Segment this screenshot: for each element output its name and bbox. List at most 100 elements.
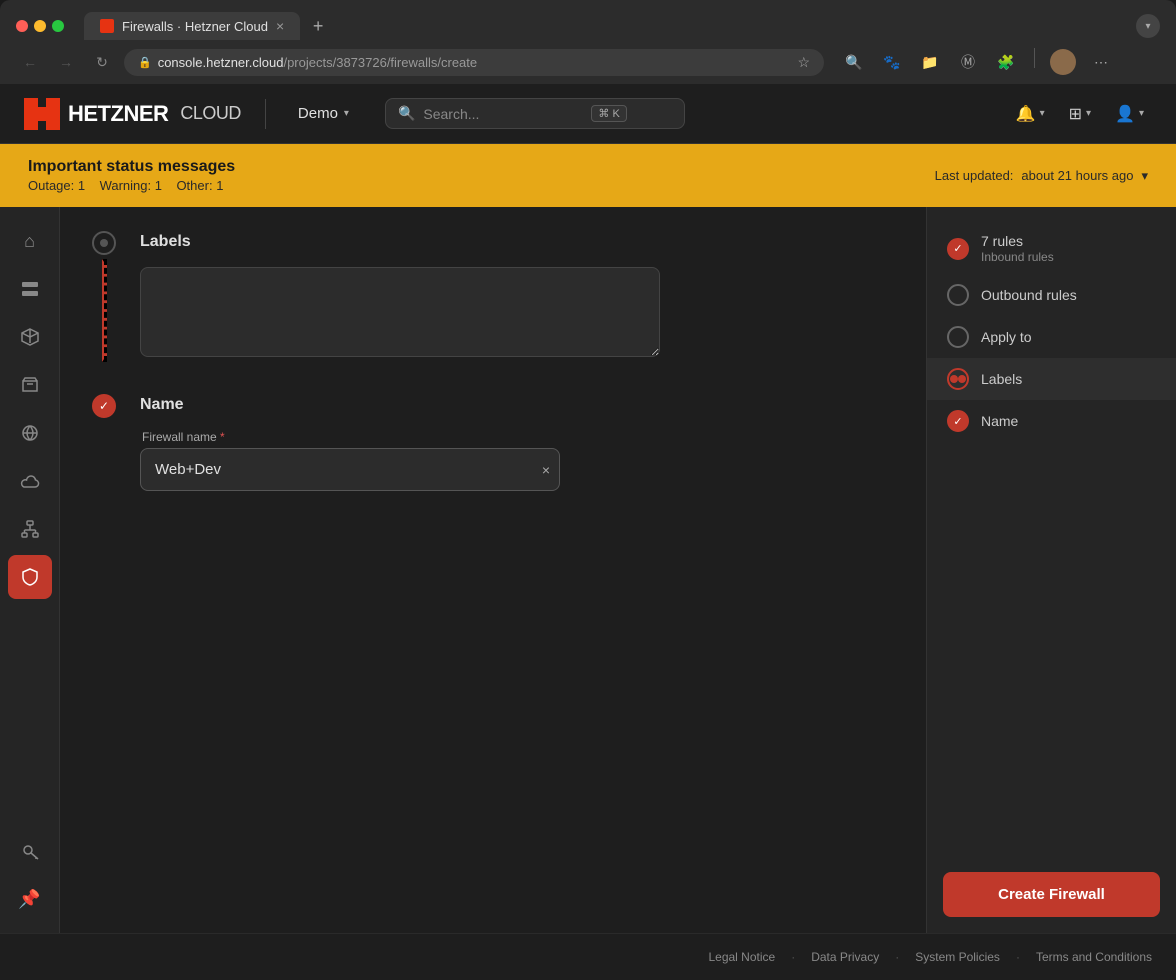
- panel-step-outbound[interactable]: Outbound rules: [927, 274, 1176, 316]
- traffic-lights: [16, 20, 64, 32]
- apps-button[interactable]: ⊞ ▾: [1061, 98, 1099, 130]
- labels-form-section: Labels: [92, 231, 894, 362]
- forward-button[interactable]: →: [52, 48, 80, 76]
- extension-3[interactable]: 📁: [916, 48, 944, 76]
- reload-button[interactable]: ↻: [88, 48, 116, 76]
- extension-4[interactable]: Ⓜ: [954, 48, 982, 76]
- name-step-indicator: ✓: [92, 394, 116, 491]
- inbound-step-circle: ✓: [947, 238, 969, 260]
- tab-close-button[interactable]: ×: [276, 18, 284, 34]
- notifications-chevron-icon: ▾: [1040, 108, 1045, 119]
- sidebar-item-home[interactable]: ⌂: [8, 219, 52, 263]
- bell-icon: 🔔: [1016, 104, 1036, 124]
- project-selector[interactable]: Demo ▾: [290, 101, 357, 126]
- back-button[interactable]: ←: [16, 48, 44, 76]
- lock-icon: 🔒: [138, 56, 152, 69]
- url-base: console.hetzner.cloud: [158, 55, 284, 70]
- apply-step-circle: [947, 326, 969, 348]
- labels-content: Labels: [140, 231, 894, 362]
- extension-5[interactable]: 🧩: [992, 48, 1020, 76]
- cloud-text: Cloud: [180, 103, 241, 124]
- panel-step-inbound[interactable]: ✓ 7 rules Inbound rules: [927, 223, 1176, 274]
- sidebar-item-cloud[interactable]: [8, 459, 52, 503]
- sidebar-item-firewall[interactable]: [8, 555, 52, 599]
- bookmark-icon[interactable]: ☆: [797, 54, 810, 71]
- sidebar-item-servers[interactable]: [8, 267, 52, 311]
- project-name: Demo: [298, 105, 338, 122]
- project-chevron-icon: ▾: [344, 108, 349, 119]
- hetzner-logo-mark: [24, 98, 60, 130]
- logo-text: HETZNER: [68, 101, 168, 127]
- checkmark-icon: ✓: [99, 399, 109, 413]
- footer-system-policies[interactable]: System Policies: [915, 950, 1000, 964]
- other-count: 1: [216, 178, 223, 193]
- profile-icon[interactable]: [1049, 48, 1077, 76]
- outbound-step-text: Outbound rules: [981, 287, 1077, 303]
- labels-textarea[interactable]: [140, 267, 660, 357]
- labels-step-line: [102, 259, 107, 362]
- search-kbd: ⌘ K: [591, 105, 626, 122]
- extension-2[interactable]: 🐾: [878, 48, 906, 76]
- browser-menu-button[interactable]: ⋯: [1087, 48, 1115, 76]
- warning-label: Warning:: [100, 178, 152, 193]
- fullscreen-traffic-light[interactable]: [52, 20, 64, 32]
- expand-button[interactable]: ▾: [1136, 14, 1160, 38]
- labels-section-title: Labels: [140, 231, 894, 251]
- user-button[interactable]: 👤 ▾: [1107, 98, 1152, 130]
- sidebar-item-lb[interactable]: [8, 507, 52, 551]
- sidebar-item-network[interactable]: [8, 411, 52, 455]
- footer-terms[interactable]: Terms and Conditions: [1036, 950, 1152, 964]
- url-path: /projects/3873726/firewalls/create: [283, 55, 477, 70]
- divider: [1034, 48, 1035, 68]
- labels-panel-step-circle: [947, 368, 969, 390]
- inbound-step-sublabel: Inbound rules: [981, 250, 1054, 264]
- tab-favicon: [100, 19, 114, 33]
- apply-step-label: Apply to: [981, 329, 1032, 345]
- address-bar[interactable]: 🔒 console.hetzner.cloud/projects/3873726…: [124, 49, 824, 76]
- name-form-section: ✓ Name Firewall name * ×: [92, 394, 894, 491]
- footer-legal-notice[interactable]: Legal Notice: [708, 950, 775, 964]
- close-traffic-light[interactable]: [16, 20, 28, 32]
- name-section-title: Name: [140, 394, 894, 414]
- panel-steps: ✓ 7 rules Inbound rules Outbound rules: [927, 207, 1176, 856]
- sidebar-item-pin[interactable]: 📌: [8, 877, 52, 921]
- apply-step-text: Apply to: [981, 329, 1032, 345]
- warning-count: 1: [155, 178, 162, 193]
- sidebar-item-storage[interactable]: [8, 363, 52, 407]
- clear-input-button[interactable]: ×: [542, 462, 550, 478]
- tabs-bar: Firewalls · Hetzner Cloud × +: [84, 12, 1128, 40]
- footer-data-privacy[interactable]: Data Privacy: [811, 950, 879, 964]
- sidebar-item-keys[interactable]: [8, 829, 52, 873]
- name-content: Name Firewall name * ×: [140, 394, 894, 491]
- header-search: 🔍 ⌘ K: [385, 98, 685, 129]
- url-display: console.hetzner.cloud/projects/3873726/f…: [158, 55, 477, 70]
- error-dot: [950, 375, 958, 383]
- search-icon: 🔍: [398, 105, 415, 122]
- user-icon: 👤: [1115, 104, 1135, 124]
- search-input[interactable]: [423, 106, 583, 122]
- status-expand-icon[interactable]: ▾: [1141, 168, 1148, 184]
- sidebar: ⌂ �: [0, 207, 60, 933]
- panel-step-name[interactable]: ✓ Name: [927, 400, 1176, 442]
- name-step-circle: ✓: [92, 394, 116, 418]
- browser-extensions: 🔍 🐾 📁 Ⓜ 🧩 ⋯: [840, 48, 1115, 76]
- content-area: Labels ✓ Name Firewall name *: [60, 207, 926, 933]
- name-panel-step-label: Name: [981, 413, 1018, 429]
- firewall-name-input[interactable]: [140, 448, 560, 491]
- create-firewall-button[interactable]: Create Firewall: [943, 872, 1160, 917]
- notifications-button[interactable]: 🔔 ▾: [1008, 98, 1053, 130]
- sidebar-item-boxes[interactable]: [8, 315, 52, 359]
- minimize-traffic-light[interactable]: [34, 20, 46, 32]
- footer-sep-2: ·: [895, 950, 899, 964]
- extension-1[interactable]: 🔍: [840, 48, 868, 76]
- footer: Legal Notice · Data Privacy · System Pol…: [0, 933, 1176, 980]
- browser-nav: ← → ↻ 🔒 console.hetzner.cloud/projects/3…: [0, 40, 1176, 84]
- panel-step-apply[interactable]: Apply to: [927, 316, 1176, 358]
- labels-step-indicator: [92, 231, 116, 362]
- labels-panel-step-label: Labels: [981, 371, 1022, 387]
- active-tab[interactable]: Firewalls · Hetzner Cloud ×: [84, 12, 300, 40]
- panel-step-labels[interactable]: Labels: [927, 358, 1176, 400]
- firewall-name-field: Firewall name * ×: [140, 430, 560, 491]
- status-right: Last updated: about 21 hours ago ▾: [935, 168, 1148, 184]
- new-tab-button[interactable]: +: [304, 12, 332, 40]
